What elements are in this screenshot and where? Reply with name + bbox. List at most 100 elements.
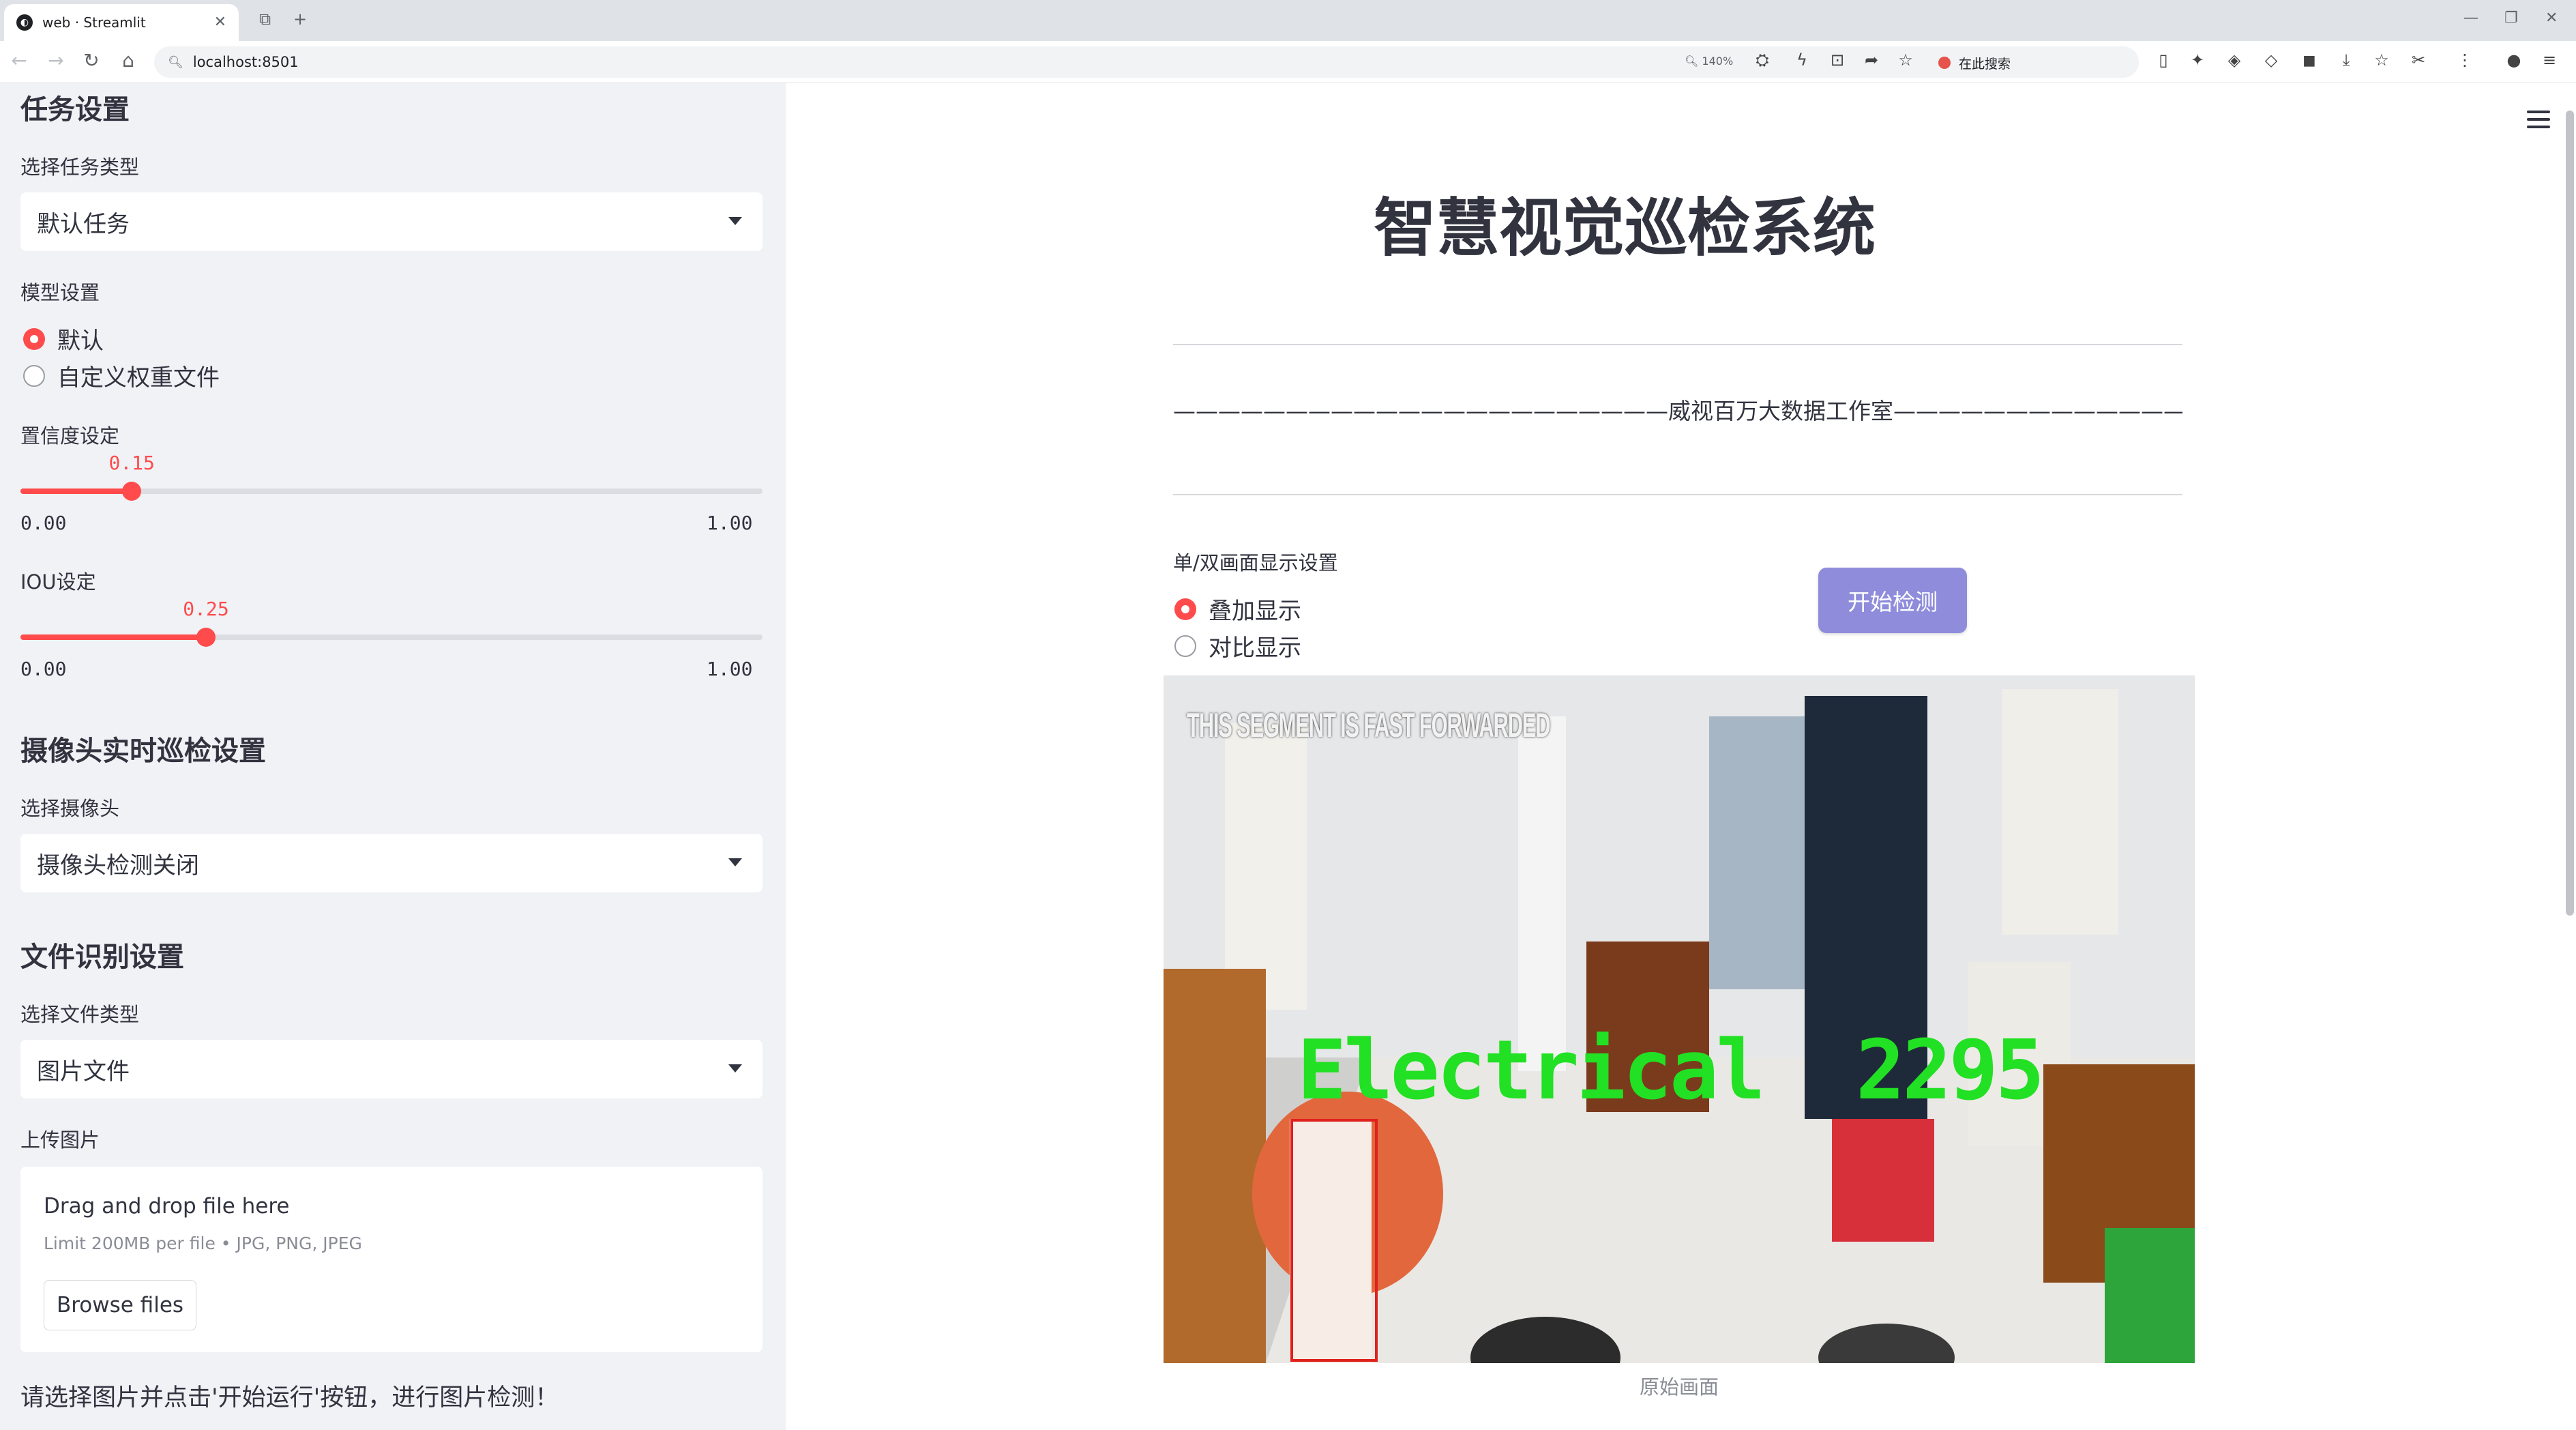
upload-label: 上传图片 (20, 1128, 100, 1152)
camera-label: 选择摄像头 (20, 797, 120, 820)
studio-banner: ——————————————————————威视百万大数据工作室————————… (1173, 398, 2182, 424)
avatar-icon[interactable]: ● (2503, 50, 2525, 70)
display-option-overlay[interactable]: 叠加显示 (1174, 592, 1301, 626)
detection-frame: THIS SEGMENT IS FAST FORWARDED Electrica… (1164, 675, 2195, 1363)
address-bar: ← → ↻ ⌂ 🔍︎ localhost:8501 🔍︎ 140% ⛭ ϟ ⊡ … (0, 41, 2576, 83)
task-type-select[interactable]: 默认任务 (20, 192, 763, 251)
browser-tab-bar: ◐ web · Streamlit ✕ ⧉ + — ❐ ✕ (0, 0, 2576, 41)
radio-unselected-icon (23, 364, 45, 387)
display-option-label: 对比显示 (1209, 634, 1301, 662)
iou-slider[interactable]: 0.25 (20, 598, 763, 647)
model-option-custom[interactable]: 自定义权重文件 (23, 359, 220, 392)
file-uploader[interactable]: Drag and drop file here Limit 200MB per … (20, 1167, 763, 1352)
slider-min: 0.00 (20, 658, 67, 680)
chevron-down-icon (728, 858, 742, 866)
scrollbar[interactable] (2566, 111, 2574, 916)
tab-close-icon[interactable]: ✕ (214, 14, 226, 31)
slider-min: 0.00 (20, 512, 67, 534)
minimize-icon[interactable]: — (2463, 10, 2478, 27)
screenshot-icon[interactable]: ⊡ (1826, 50, 1848, 70)
radio-unselected-icon (1174, 634, 1196, 657)
reload-icon[interactable]: ↻ (78, 49, 105, 72)
file-type-label: 选择文件类型 (20, 1003, 140, 1026)
model-option-default[interactable]: 默认 (23, 322, 104, 355)
browser-tab[interactable]: ◐ web · Streamlit ✕ (4, 4, 239, 41)
radio-selected-icon (1174, 598, 1196, 620)
url-text: localhost:8501 (192, 54, 299, 70)
task-type-label: 选择任务类型 (20, 156, 140, 179)
back-icon[interactable]: ← (5, 49, 33, 72)
translate-icon[interactable]: ⛭ (1751, 50, 1773, 70)
frame-caption: 原始画面 (1639, 1375, 1719, 1399)
extension-icon[interactable]: ◼ (2298, 50, 2320, 70)
camera-select[interactable]: 摄像头检测关闭 (20, 834, 763, 892)
zoom-level[interactable]: 🔍︎ 140% (1685, 55, 1733, 68)
model-option-label: 自定义权重文件 (57, 364, 220, 392)
page-info-icon[interactable]: 🔍︎ (168, 55, 183, 70)
radio-selected-icon (23, 327, 45, 350)
video-overlay-text: THIS SEGMENT IS FAST FORWARDED (1187, 706, 1551, 744)
restore-icon[interactable]: ❐ (2504, 10, 2518, 27)
browse-files-button[interactable]: Browse files (44, 1280, 196, 1330)
camera-value: 摄像头检测关闭 (37, 851, 199, 879)
search-box[interactable]: 在此搜索 (1938, 50, 2136, 75)
camera-settings-header: 摄像头实时巡检设置 (20, 735, 266, 767)
file-type-value: 图片文件 (37, 1057, 130, 1085)
divider (1173, 344, 2182, 345)
hamburger-menu-icon[interactable] (2527, 111, 2550, 133)
detection-bounding-box (1290, 1119, 1378, 1362)
search-engine-icon (1938, 57, 1951, 69)
confidence-label: 置信度设定 (20, 424, 120, 448)
main-content: 智慧视觉巡检系统 ——————————————————————威视百万大数据工作… (786, 83, 2576, 1430)
favorites-icon[interactable]: ☆ (2371, 50, 2393, 70)
more-icon[interactable]: ⋮ (2454, 50, 2476, 70)
extension-icon[interactable]: ✦ (2187, 50, 2208, 70)
display-option-label: 叠加显示 (1209, 598, 1301, 625)
chevron-down-icon (728, 1064, 742, 1072)
extension-icon[interactable]: ◈ (2223, 50, 2245, 70)
slider-max: 1.00 (707, 658, 753, 680)
slider-value: 0.15 (108, 452, 155, 474)
new-tab-icon[interactable]: + (293, 10, 307, 29)
divider (1173, 494, 2182, 495)
streamlit-logo-icon: ◐ (16, 14, 33, 31)
display-mode-label: 单/双画面显示设置 (1173, 551, 1338, 574)
model-settings-label: 模型设置 (20, 281, 100, 304)
cut-icon[interactable]: ✂ (2408, 50, 2429, 70)
window-close-icon[interactable]: ✕ (2545, 10, 2558, 27)
confidence-slider[interactable]: 0.15 (20, 452, 763, 501)
start-detection-button[interactable]: 开始检测 (1818, 568, 1967, 633)
detection-label: Electrical 2295 (1297, 1023, 2045, 1118)
upload-title: Drag and drop file here (44, 1194, 290, 1219)
display-option-compare[interactable]: 对比显示 (1174, 629, 1301, 662)
sidebar: 任务设置 选择任务类型 默认任务 模型设置 默认 自定义权重文件 置信度设定 0… (0, 83, 786, 1430)
zoom-value: 140% (1702, 55, 1734, 68)
menu-icon[interactable]: ≡ (2538, 50, 2560, 70)
slider-max: 1.00 (707, 512, 753, 534)
tab-groups-icon[interactable]: ⧉ (259, 10, 271, 29)
home-icon[interactable]: ⌂ (115, 49, 142, 72)
slider-thumb[interactable] (196, 628, 216, 647)
search-placeholder: 在此搜索 (1959, 56, 2011, 72)
forward-icon[interactable]: → (42, 49, 70, 72)
phone-icon[interactable]: ▯ (2152, 50, 2174, 70)
iou-label: IOU设定 (20, 570, 96, 594)
file-settings-header: 文件识别设置 (20, 942, 184, 973)
lightning-icon[interactable]: ϟ (1791, 50, 1813, 70)
task-type-value: 默认任务 (37, 210, 130, 238)
model-option-label: 默认 (57, 327, 104, 355)
slider-fill (20, 488, 132, 494)
extension-icon[interactable]: ◇ (2260, 50, 2282, 70)
share-icon[interactable]: ➦ (1861, 50, 1882, 70)
bookmark-star-icon[interactable]: ☆ (1895, 50, 1916, 70)
tab-title: web · Streamlit (42, 14, 146, 31)
slider-thumb[interactable] (122, 482, 142, 501)
slider-fill (20, 634, 206, 640)
slider-value: 0.25 (183, 598, 229, 620)
chevron-down-icon (728, 217, 742, 225)
task-settings-header: 任务设置 (20, 94, 130, 126)
upload-hint: 请选择图片并点击'开始运行'按钮，进行图片检测！ (20, 1384, 559, 1412)
upload-limit: Limit 200MB per file • JPG, PNG, JPEG (44, 1234, 362, 1253)
download-icon[interactable]: ⤓ (2335, 50, 2357, 70)
file-type-select[interactable]: 图片文件 (20, 1040, 763, 1098)
